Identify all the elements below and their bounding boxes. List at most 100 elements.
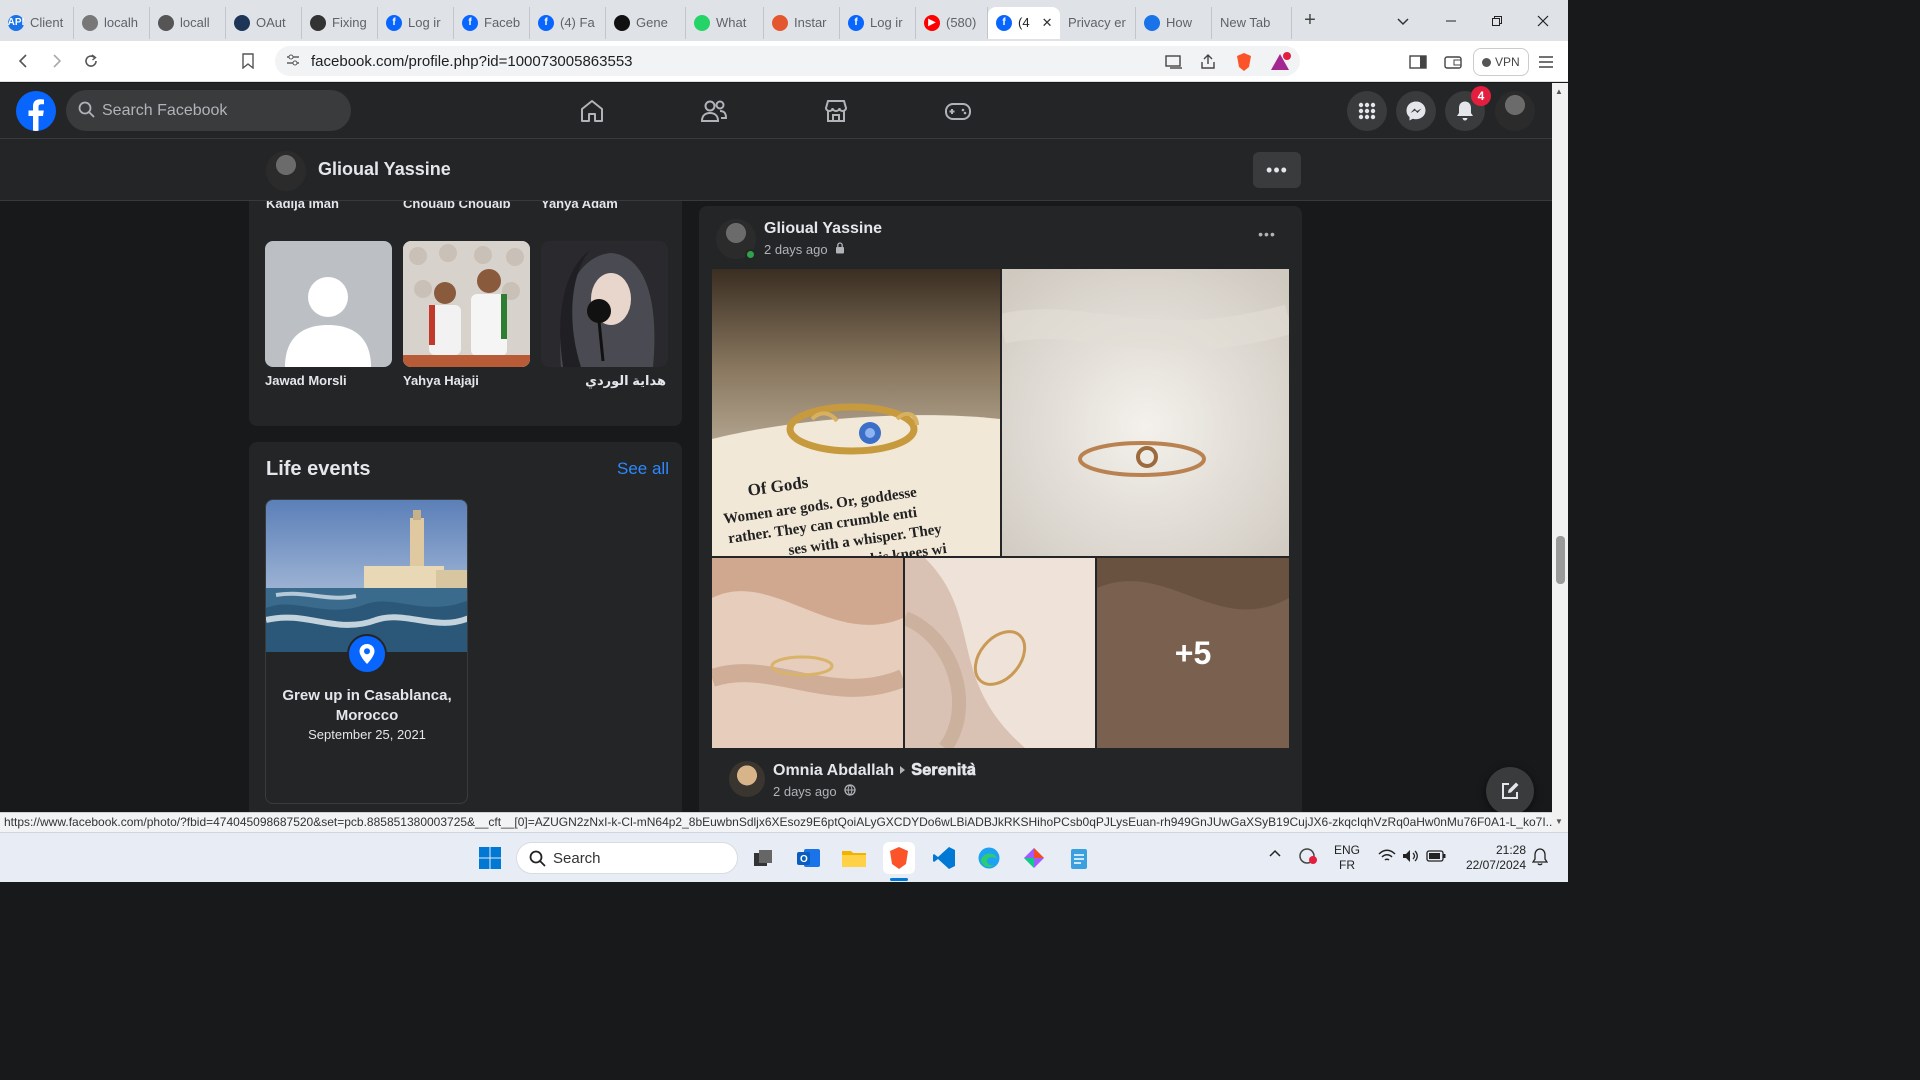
- scroll-up-arrow-icon[interactable]: ▲: [1555, 87, 1563, 96]
- tab-label: localh: [104, 15, 138, 30]
- battery-icon[interactable]: [1426, 850, 1446, 866]
- shared-post-author[interactable]: Omnia Abdallah: [773, 762, 894, 780]
- browser-tab[interactable]: f (4) Fa: [530, 6, 606, 39]
- friend-name[interactable]: Chouaib Chouaib: [403, 201, 511, 211]
- notepad-icon[interactable]: [1063, 842, 1095, 874]
- edge-icon[interactable]: [973, 842, 1005, 874]
- friend-photo-boys[interactable]: [403, 241, 530, 367]
- close-window-button[interactable]: [1520, 0, 1566, 41]
- taskbar-search-box[interactable]: Search: [516, 842, 738, 874]
- post-time[interactable]: 2 days ago: [764, 242, 828, 257]
- post-photo-knot-ring[interactable]: [1002, 269, 1289, 556]
- account-avatar[interactable]: [1495, 91, 1535, 131]
- browser-tab[interactable]: New Tab: [1212, 6, 1292, 39]
- new-message-compose-button[interactable]: [1486, 767, 1534, 812]
- vscode-icon[interactable]: [928, 842, 960, 874]
- browser-tab[interactable]: localh: [74, 6, 150, 39]
- shared-post-group[interactable]: 𝐒𝐞𝐫𝐞𝐧𝐢𝐭𝐚̀: [911, 762, 976, 780]
- cast-icon[interactable]: [1162, 48, 1186, 76]
- post-photo-ring-fabric-1[interactable]: [712, 558, 903, 748]
- close-tab-icon[interactable]: ✕: [1042, 15, 1053, 31]
- notification-center-icon[interactable]: [1531, 848, 1549, 870]
- sidebar-toggle-icon[interactable]: [1406, 48, 1430, 76]
- profile-more-button[interactable]: •••: [1253, 152, 1301, 188]
- facebook-logo[interactable]: [16, 91, 56, 131]
- browser-tab[interactable]: Fixing: [302, 6, 378, 39]
- friend-name[interactable]: Jawad Morsli: [265, 373, 347, 388]
- forward-button[interactable]: [40, 44, 74, 78]
- browser-tab[interactable]: How: [1136, 6, 1212, 39]
- url-field[interactable]: facebook.com/profile.php?id=100073005863…: [275, 46, 1300, 76]
- browser-tab[interactable]: locall: [150, 6, 226, 39]
- share-icon[interactable]: [1196, 48, 1220, 76]
- tab-search-chevron-icon[interactable]: [1380, 0, 1426, 41]
- clock[interactable]: 21:28 22/07/2024: [1458, 843, 1526, 873]
- brave-rewards-icon[interactable]: [1268, 48, 1292, 76]
- browser-tab[interactable]: Instar: [764, 6, 840, 39]
- browser-tab[interactable]: API Client: [0, 6, 74, 39]
- file-explorer-icon[interactable]: [838, 842, 870, 874]
- volume-icon[interactable]: [1402, 849, 1420, 867]
- home-icon[interactable]: [572, 91, 612, 131]
- new-tab-button[interactable]: +: [1292, 9, 1328, 32]
- page-scrollbar[interactable]: ▲ ▼: [1552, 83, 1568, 832]
- life-events-see-all-link[interactable]: See all: [617, 459, 669, 479]
- restore-button[interactable]: [1474, 0, 1520, 41]
- browser-tab[interactable]: f Faceb: [454, 6, 530, 39]
- post-author-name[interactable]: Glioual Yassine: [764, 220, 882, 238]
- antivirus-tray-icon[interactable]: [1298, 847, 1318, 869]
- post-photo-ring-fabric-2[interactable]: [905, 558, 1095, 748]
- shared-post-avatar[interactable]: [729, 761, 765, 797]
- gaming-icon[interactable]: [938, 91, 978, 131]
- tray-overflow-chevron-icon[interactable]: [1268, 847, 1282, 862]
- outlook-icon[interactable]: O: [793, 842, 825, 874]
- vpn-button[interactable]: VPN: [1473, 48, 1529, 76]
- scroll-down-arrow-icon[interactable]: ▼: [1555, 817, 1563, 826]
- post-photo-ring-on-book[interactable]: Of Gods Women are gods. Or, goddesse rat…: [712, 269, 1000, 556]
- post-photo-ring-fabric-3[interactable]: +5: [1097, 558, 1289, 748]
- windows-start-icon[interactable]: [474, 842, 506, 874]
- marketplace-icon[interactable]: [816, 91, 856, 131]
- friend-name[interactable]: هداية الوردي: [541, 373, 666, 389]
- windows-taskbar: Search O ENG FR 21:28 22/07/2024: [0, 832, 1568, 882]
- friend-name[interactable]: Yahya Hajaji: [403, 373, 479, 388]
- post-options-icon[interactable]: •••: [1253, 226, 1281, 246]
- browser-tab[interactable]: ▶ (580): [916, 6, 988, 39]
- reload-button[interactable]: [74, 44, 108, 78]
- bookmark-icon[interactable]: [231, 44, 265, 78]
- life-event-item[interactable]: Grew up in Casablanca, Morocco September…: [265, 499, 468, 804]
- browser-tab[interactable]: Privacy er: [1060, 6, 1136, 39]
- brave-shield-icon[interactable]: [1232, 48, 1256, 76]
- browser-tab[interactable]: f Log ir: [840, 6, 916, 39]
- tab-favicon-icon: [158, 14, 174, 31]
- language-indicator[interactable]: ENG FR: [1334, 843, 1360, 873]
- scrollbar-thumb[interactable]: [1556, 536, 1565, 584]
- browser-tab[interactable]: f Log ir: [378, 6, 454, 39]
- app-diamond-icon[interactable]: [1018, 842, 1050, 874]
- friend-photo-rose[interactable]: [541, 241, 668, 367]
- back-button[interactable]: [6, 44, 40, 78]
- friend-name[interactable]: Yahya Adam: [541, 201, 618, 211]
- url-text: facebook.com/profile.php?id=100073005863…: [311, 52, 633, 70]
- browser-tab[interactable]: What: [686, 6, 764, 39]
- site-settings-icon[interactable]: [285, 52, 301, 71]
- shared-post-time[interactable]: 2 days ago: [773, 784, 837, 799]
- shared-post-header: Omnia Abdallah 𝐒𝐞𝐫𝐞𝐧𝐢𝐭𝐚̀: [773, 762, 976, 780]
- friend-name[interactable]: Kadija Iman: [266, 201, 339, 211]
- browser-tab[interactable]: OAut: [226, 6, 302, 39]
- friend-photo-default[interactable]: [265, 241, 392, 367]
- profile-avatar[interactable]: [266, 151, 306, 191]
- menu-grid-icon[interactable]: [1347, 91, 1387, 131]
- browser-tab[interactable]: Gene: [606, 6, 686, 39]
- browser-tab[interactable]: f (4 ✕: [988, 6, 1060, 39]
- minimize-button[interactable]: [1428, 0, 1474, 41]
- profile-name[interactable]: Glioual Yassine: [318, 159, 451, 180]
- messenger-icon[interactable]: [1396, 91, 1436, 131]
- brave-browser-icon[interactable]: [883, 842, 915, 874]
- friends-icon[interactable]: [694, 91, 734, 131]
- task-view-icon[interactable]: [747, 842, 779, 874]
- wifi-icon[interactable]: [1378, 849, 1396, 867]
- facebook-search-input[interactable]: Search Facebook: [66, 90, 351, 131]
- wallet-icon[interactable]: [1441, 48, 1465, 76]
- menu-icon[interactable]: [1534, 48, 1558, 76]
